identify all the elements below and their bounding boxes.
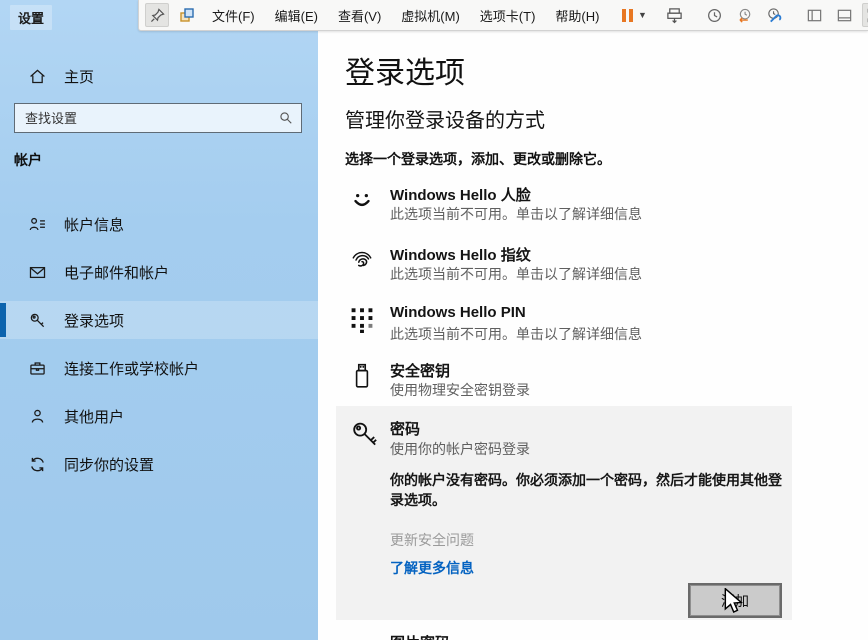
option-title: Windows Hello 指纹 xyxy=(390,244,531,265)
page-title: 登录选项 xyxy=(345,48,465,92)
sidebar-item-work-school[interactable]: 连接工作或学校帐户 xyxy=(0,349,318,387)
password-key-icon xyxy=(350,420,380,450)
menu-tabs[interactable]: 选项卡(T) xyxy=(473,6,543,25)
option-hello-pin[interactable]: Windows Hello PIN 此选项当前不可用。单击以了解详细信息 xyxy=(345,304,815,356)
option-desc: 此选项当前不可用。单击以了解详细信息 xyxy=(390,264,642,284)
show-library-button[interactable] xyxy=(802,3,826,27)
briefcase-icon xyxy=(28,359,46,377)
password-section: 密码 使用你的帐户密码登录 你的帐户没有密码。你必须添加一个密码，然后才能使用其… xyxy=(336,406,792,620)
fullscreen-button[interactable] xyxy=(862,3,868,27)
pause-vm-button[interactable]: ▼ xyxy=(622,3,646,27)
option-desc: 此选项当前不可用。单击以了解详细信息 xyxy=(390,324,642,344)
sync-icon xyxy=(28,455,46,473)
mail-icon xyxy=(28,263,46,281)
sidebar-item-label: 电子邮件和帐户 xyxy=(64,262,169,283)
search-icon[interactable] xyxy=(275,111,297,125)
key-icon xyxy=(28,311,46,329)
add-button[interactable]: 添加 xyxy=(690,585,780,616)
account-info-icon xyxy=(28,215,46,233)
menu-help[interactable]: 帮助(H) xyxy=(548,6,606,25)
menu-edit[interactable]: 编辑(E) xyxy=(268,6,325,25)
sidebar-item-label: 连接工作或学校帐户 xyxy=(64,358,199,379)
search-box xyxy=(14,103,302,133)
page-subtitle: 管理你登录设备的方式 xyxy=(345,104,545,133)
option-security-key[interactable]: 安全密钥 使用物理安全密钥登录 xyxy=(345,360,815,412)
option-picture-password[interactable]: 图片密码 xyxy=(390,632,450,640)
sidebar-item-label: 帐户信息 xyxy=(64,214,124,235)
face-icon xyxy=(348,186,376,214)
search-input[interactable] xyxy=(15,111,275,126)
password-message: 你的帐户没有密码。你必须添加一个密码，然后才能使用其他登录选项。 xyxy=(390,470,788,510)
option-hello-fingerprint[interactable]: Windows Hello 指纹 此选项当前不可用。单击以了解详细信息 xyxy=(345,244,815,296)
option-title: Windows Hello 人脸 xyxy=(390,184,531,205)
sidebar-section-header: 帐户 xyxy=(14,150,42,170)
sidebar-item-label: 同步你的设置 xyxy=(64,454,154,475)
option-password[interactable]: 密码 使用你的帐户密码登录 xyxy=(336,406,792,462)
vm-toolbar: 文件(F) 编辑(E) 查看(V) 虚拟机(M) 选项卡(T) 帮助(H) ▼ xyxy=(138,0,868,31)
option-desc: 使用你的帐户密码登录 xyxy=(390,439,530,459)
home-icon xyxy=(28,67,46,85)
tabs-icon[interactable] xyxy=(175,3,199,27)
sidebar-item-other-users[interactable]: 其他用户 xyxy=(0,397,318,435)
pause-icon xyxy=(622,9,633,22)
pin-toolbar-button[interactable] xyxy=(145,3,169,27)
send-ctrl-alt-del-button[interactable] xyxy=(662,3,686,27)
manage-snapshots-button[interactable] xyxy=(762,3,786,27)
revert-snapshot-button[interactable] xyxy=(732,3,756,27)
caret-down-icon: ▼ xyxy=(638,10,647,20)
window-title: 设置 xyxy=(10,5,52,30)
learn-more-link[interactable]: 了解更多信息 xyxy=(390,558,474,578)
option-desc: 使用物理安全密钥登录 xyxy=(390,380,530,400)
selected-accent-bar xyxy=(0,303,6,337)
sidebar-item-label: 其他用户 xyxy=(64,406,124,427)
usb-key-icon xyxy=(348,362,376,390)
take-snapshot-button[interactable] xyxy=(702,3,726,27)
menu-view[interactable]: 查看(V) xyxy=(331,6,388,25)
sidebar-item-label: 登录选项 xyxy=(64,310,124,331)
menu-vm[interactable]: 虚拟机(M) xyxy=(394,6,467,25)
update-security-questions-link[interactable]: 更新安全问题 xyxy=(390,530,474,550)
screen: 设置 主页 帐户 xyxy=(0,0,868,640)
fingerprint-icon xyxy=(348,246,376,274)
pin-pad-icon xyxy=(348,306,376,334)
person-icon xyxy=(28,407,46,425)
sidebar-item-account-info[interactable]: 帐户信息 xyxy=(0,205,318,243)
sidebar-item-sync-settings[interactable]: 同步你的设置 xyxy=(0,445,318,483)
option-title: 安全密钥 xyxy=(390,360,450,381)
sidebar-item-home[interactable]: 主页 xyxy=(0,57,318,95)
settings-sidebar: 设置 主页 帐户 xyxy=(0,0,318,640)
intro-text: 选择一个登录选项，添加、更改或删除它。 xyxy=(345,149,611,169)
option-title: Windows Hello PIN xyxy=(390,304,526,321)
show-thumbnail-bar-button[interactable] xyxy=(832,3,856,27)
menu-file[interactable]: 文件(F) xyxy=(205,6,262,25)
sidebar-item-signin-options[interactable]: 登录选项 xyxy=(0,301,318,339)
sidebar-item-email-accounts[interactable]: 电子邮件和帐户 xyxy=(0,253,318,291)
sidebar-item-label: 主页 xyxy=(64,66,94,87)
option-desc: 此选项当前不可用。单击以了解详细信息 xyxy=(390,204,642,224)
option-title: 密码 xyxy=(390,418,420,439)
option-hello-face[interactable]: Windows Hello 人脸 此选项当前不可用。单击以了解详细信息 xyxy=(345,184,815,236)
signin-options-page: 登录选项 管理你登录设备的方式 选择一个登录选项，添加、更改或删除它。 Wind… xyxy=(318,0,868,640)
